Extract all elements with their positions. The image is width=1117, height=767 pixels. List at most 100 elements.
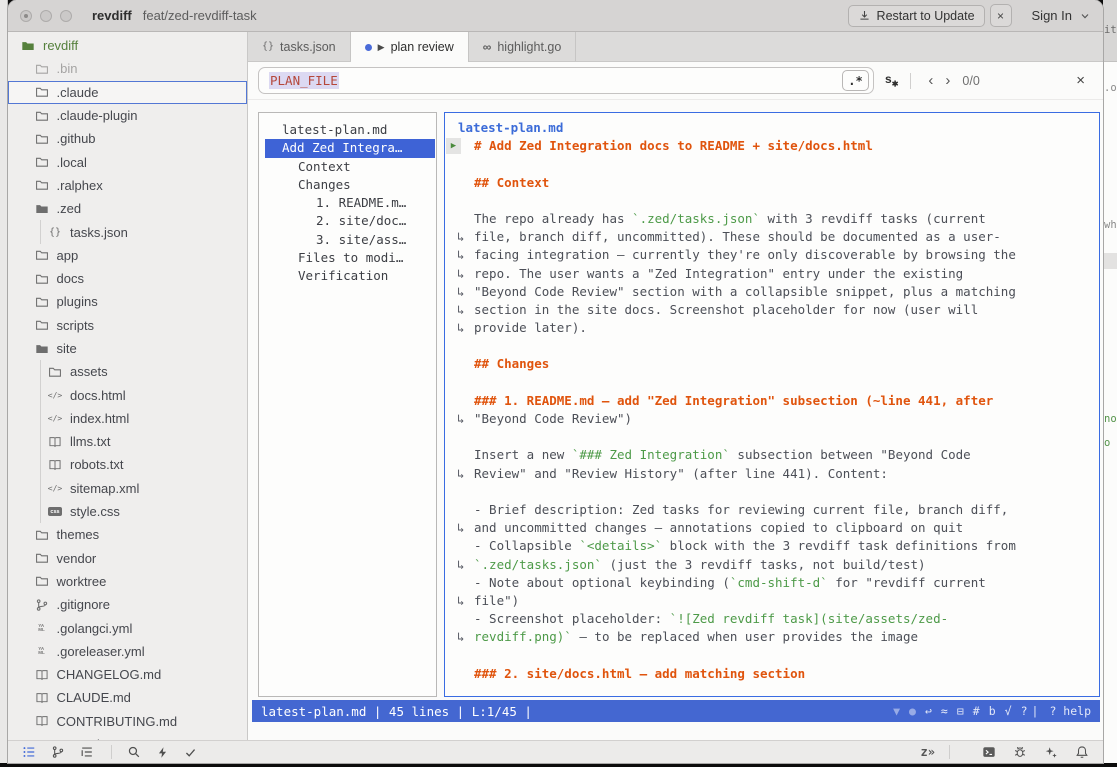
- divider: [910, 73, 911, 89]
- tree-item-label: assets: [70, 364, 108, 379]
- code-icon: </>: [47, 484, 63, 493]
- plan-line: ▶# Add Zed Integration docs to README + …: [445, 137, 1099, 155]
- outline-item[interactable]: 3. site/ass…: [259, 231, 436, 249]
- tree-item-label: site: [57, 341, 77, 356]
- zap-button[interactable]: [156, 746, 169, 759]
- tree-item-llms.txt[interactable]: llms.txt: [8, 430, 247, 453]
- tree-item-CHANGELOG.md[interactable]: CHANGELOG.md: [8, 663, 247, 686]
- tree-item-label: CHANGELOG.md: [57, 667, 162, 682]
- wrap-indicator-icon: ↳: [457, 465, 465, 483]
- plan-line: ## Context: [445, 174, 1099, 192]
- tree-item-revdiff[interactable]: revdiff: [8, 34, 247, 57]
- search-button[interactable]: [127, 745, 141, 759]
- tree-item-label: CLAUDE.md: [57, 690, 131, 705]
- dismiss-update-button[interactable]: ×: [990, 4, 1012, 27]
- outline-item[interactable]: 1. README.m…: [259, 194, 436, 212]
- tree-item-app[interactable]: app: [8, 244, 247, 267]
- plan-text-segment: for "revdiff current: [828, 575, 986, 590]
- close-window-button[interactable]: [20, 10, 32, 22]
- zed-channel-indicator[interactable]: z»: [921, 745, 935, 759]
- tree-item-assets[interactable]: assets: [8, 360, 247, 383]
- tab-tasks-json[interactable]: {}tasks.json: [248, 32, 351, 61]
- plan-line: [445, 192, 1099, 210]
- book-icon: [34, 714, 50, 728]
- tree-item-style.css[interactable]: cssstyle.css: [8, 500, 247, 523]
- outline-item[interactable]: Verification: [259, 267, 436, 285]
- tree-item-index.html[interactable]: </>index.html: [8, 407, 247, 430]
- tree-item-docs.html[interactable]: </>docs.html: [8, 383, 247, 406]
- background-window-right-sliver: iti.owhnoo: [1103, 0, 1117, 763]
- tree-item-site[interactable]: site: [8, 337, 247, 360]
- tree-item-robots.txt[interactable]: robots.txt: [8, 453, 247, 476]
- tree-item-tasks.json[interactable]: {}tasks.json: [8, 220, 247, 243]
- close-search-button[interactable]: ×: [1068, 72, 1093, 89]
- folder-icon: [47, 365, 63, 379]
- tree-item-label: .claude-plugin: [57, 108, 138, 123]
- tree-item-.zed[interactable]: .zed: [8, 197, 247, 220]
- tree-item-themes[interactable]: themes: [8, 523, 247, 546]
- outline-item[interactable]: Files to modi…: [259, 249, 436, 267]
- project-name[interactable]: revdiff: [92, 8, 132, 23]
- panel-button[interactable]: [22, 745, 36, 759]
- tree-item-docs[interactable]: docs: [8, 267, 247, 290]
- tree-item-.gitignore[interactable]: .gitignore: [8, 593, 247, 616]
- tree-item-label: CONTRIBUTING.md: [57, 714, 178, 729]
- bug-button[interactable]: [1013, 745, 1027, 759]
- bell-button[interactable]: [1075, 745, 1089, 759]
- tree-item-label: .claude: [57, 85, 99, 100]
- outline-item[interactable]: Context: [259, 158, 436, 176]
- git-branch-name[interactable]: feat/zed-revdiff-task: [143, 8, 257, 23]
- terminal-button[interactable]: [982, 745, 996, 759]
- previous-match-button[interactable]: ‹: [922, 72, 939, 89]
- plan-content-panel[interactable]: latest-plan.md▶# Add Zed Integration doc…: [444, 112, 1100, 697]
- plan-text-segment: — to be replaced when user provides the …: [572, 629, 918, 644]
- sparkles-button[interactable]: [1044, 745, 1058, 759]
- sign-in-button[interactable]: Sign In: [1032, 8, 1091, 23]
- outline-item[interactable]: latest-plan.md: [259, 121, 436, 139]
- tree-item-CONTRIBUTING.md[interactable]: CONTRIBUTING.md: [8, 710, 247, 733]
- window-controls: [20, 10, 72, 22]
- outline-button[interactable]: [80, 745, 94, 759]
- outline-item[interactable]: Add Zed Integra…: [265, 139, 435, 157]
- tree-item-scripts[interactable]: scripts: [8, 314, 247, 337]
- zed-window: revdiff feat/zed-revdiff-task Restart to…: [8, 0, 1103, 763]
- outline-item[interactable]: Changes: [259, 176, 436, 194]
- tab-highlight-go[interactable]: ∞highlight.go: [469, 32, 577, 61]
- chevron-down-icon: [1079, 10, 1091, 22]
- tree-item-.golangci.yml[interactable]: YAML.golangci.yml: [8, 616, 247, 639]
- tree-item-vendor[interactable]: vendor: [8, 547, 247, 570]
- tree-item-.goreleaser.yml[interactable]: YAML.goreleaser.yml: [8, 640, 247, 663]
- minimize-window-button[interactable]: [40, 10, 52, 22]
- next-match-button[interactable]: ›: [939, 72, 956, 89]
- git-branch-icon: [51, 745, 65, 759]
- tree-item-.claude[interactable]: .claude: [8, 81, 247, 104]
- restart-to-update-button[interactable]: Restart to Update: [848, 5, 985, 27]
- folder-icon: [34, 155, 50, 169]
- regex-toggle-button[interactable]: .*: [842, 70, 869, 91]
- folder-icon: [34, 132, 50, 146]
- zoom-window-button[interactable]: [60, 10, 72, 22]
- tree-item-sitemap.xml[interactable]: </>sitemap.xml: [8, 477, 247, 500]
- status-icon: ▼: [893, 704, 900, 718]
- tree-item-.local[interactable]: .local: [8, 150, 247, 173]
- tree-item-.github[interactable]: .github: [8, 127, 247, 150]
- tab-plan-review[interactable]: ▶plan review: [351, 32, 469, 62]
- tree-item-plugins[interactable]: plugins: [8, 290, 247, 313]
- tree-item-worktree[interactable]: worktree: [8, 570, 247, 593]
- git-branch-button[interactable]: [51, 745, 65, 759]
- tree-item-CLAUDE.md[interactable]: CLAUDE.md: [8, 686, 247, 709]
- indent-guide: [40, 360, 41, 383]
- outline-item[interactable]: 2. site/doc…: [259, 212, 436, 230]
- tree-item-.ralphex[interactable]: .ralphex: [8, 174, 247, 197]
- case-sensitive-toggle[interactable]: s✱: [885, 72, 898, 88]
- tree-item-.bin[interactable]: .bin: [8, 57, 247, 80]
- tree-item-label: revdiff: [43, 38, 78, 53]
- check-button[interactable]: [184, 746, 197, 759]
- braces-icon: {}: [47, 227, 63, 238]
- tree-item-.claude-plugin[interactable]: .claude-plugin: [8, 104, 247, 127]
- indent-guide: [40, 477, 41, 500]
- tree-item-label: scripts: [57, 318, 95, 333]
- tree-item-go.mod[interactable]: ∞go.mod: [8, 733, 247, 740]
- status-icon: √: [1005, 704, 1012, 718]
- search-input[interactable]: PLAN_FILE .*: [258, 67, 874, 94]
